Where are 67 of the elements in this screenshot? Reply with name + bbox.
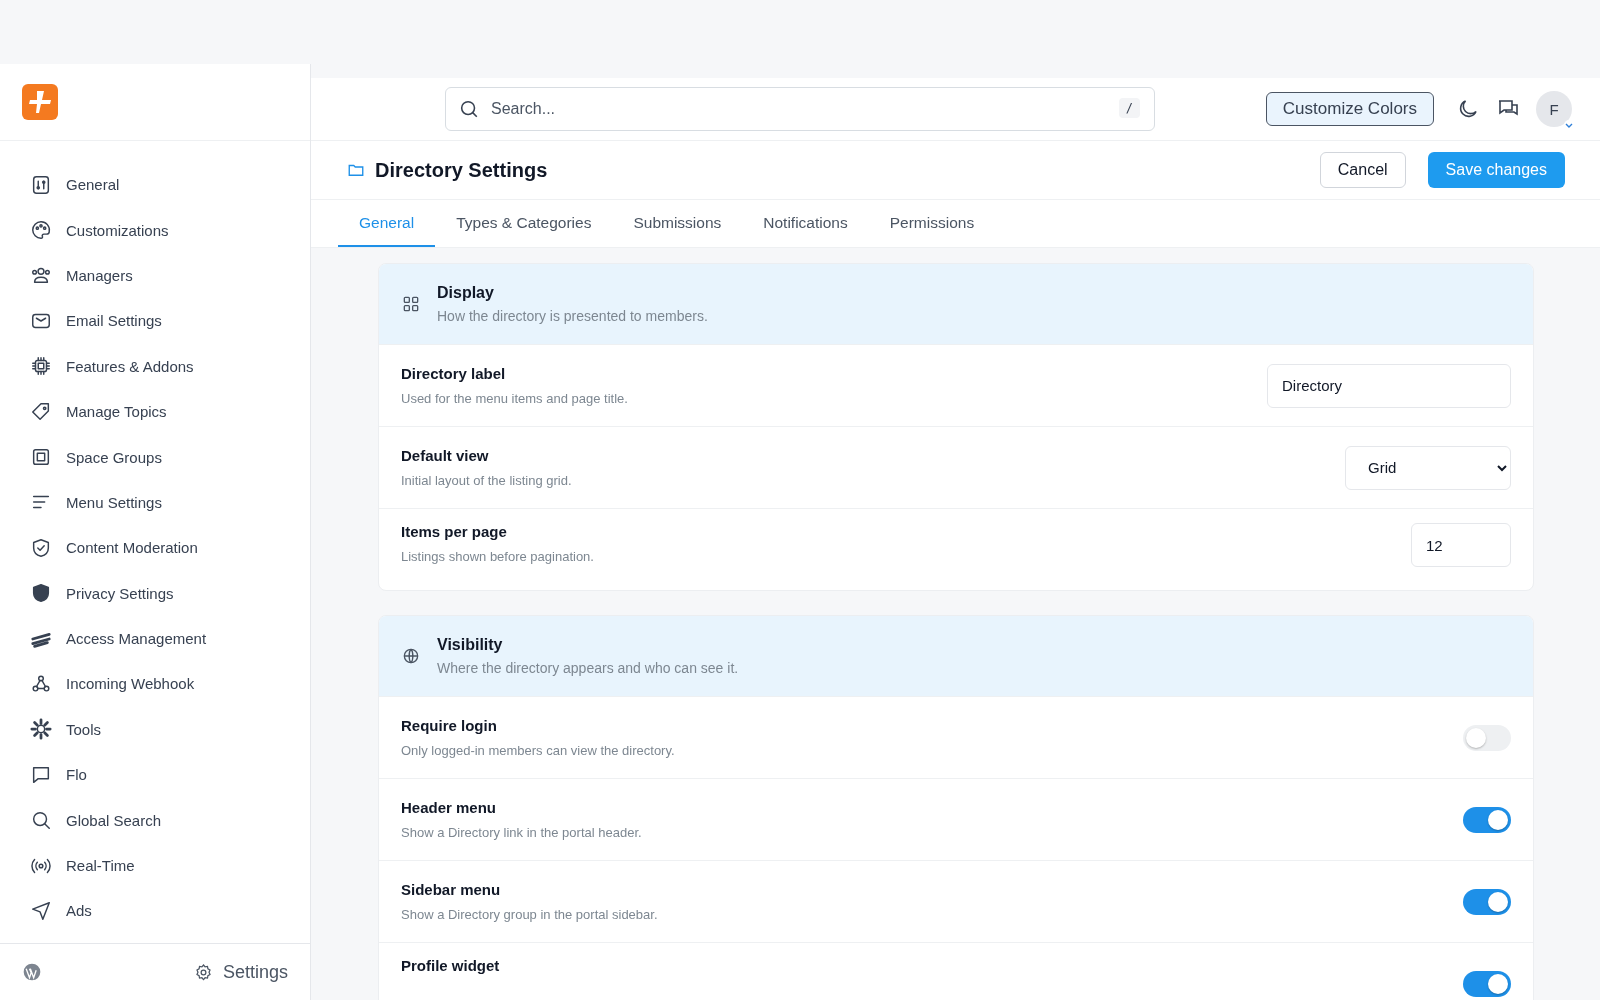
sidebar-item[interactable]: Customizations (28, 207, 294, 253)
sidebar-item[interactable]: Flo (28, 752, 294, 798)
setting-description: Initial layout of the listing grid. (401, 473, 573, 488)
menu-item-icon (30, 400, 52, 423)
sidebar-item[interactable]: Tools (28, 706, 294, 753)
setting-label: Items per page (401, 523, 508, 540)
menu-item-icon (30, 809, 52, 832)
section-title: Visibility (437, 636, 504, 654)
text-input[interactable]: Directory (1267, 363, 1511, 408)
tab[interactable]: Types & Categories (435, 200, 613, 247)
shortcut-key: / (1118, 98, 1140, 118)
cancel-button[interactable]: Cancel (1319, 152, 1406, 188)
tab[interactable]: Permissions (868, 200, 996, 247)
setting-description: Used for the menu items and page title. (401, 391, 629, 406)
setting-label: Directory label (401, 365, 507, 382)
menu-item-icon (30, 355, 52, 378)
menu-item-icon (30, 173, 52, 196)
setting-label: Profile widget (401, 957, 501, 974)
toggle-switch[interactable] (1463, 888, 1511, 915)
gear-icon[interactable] (193, 962, 213, 982)
logo-icon (22, 84, 58, 120)
tab[interactable]: Submissions (612, 200, 743, 247)
search-icon (458, 98, 480, 120)
number-input[interactable]: 12 (1411, 523, 1511, 567)
setting-label: Header menu (401, 799, 498, 816)
user-avatar[interactable]: F (1536, 91, 1572, 127)
setting-description: Only logged-in members can view the directory. (401, 743, 676, 758)
menu-item-icon (30, 899, 52, 922)
section-description: Where the directory appears and who can see it. (437, 660, 739, 676)
setting-label: Sidebar menu (401, 881, 502, 898)
customize-colors-button[interactable]: Customize Colors (1265, 92, 1434, 126)
setting-label: Require login (401, 717, 498, 734)
sidebar-item[interactable]: Menu Settings (28, 479, 294, 526)
grid-icon (401, 294, 421, 314)
setting-description: Show a Directory link in the portal header. (401, 825, 643, 840)
sidebar-item[interactable]: Managers (28, 252, 294, 299)
menu-item-icon (30, 536, 52, 559)
view-select[interactable]: Grid (1345, 445, 1511, 490)
sidebar-item[interactable]: Features & Addons (28, 343, 294, 389)
menu-item-icon (30, 718, 52, 741)
tab[interactable]: Notifications (742, 200, 869, 247)
menu-item-icon (30, 673, 52, 695)
sidebar-item[interactable]: Global Search (28, 797, 294, 843)
menu-item-icon (30, 582, 52, 605)
sidebar-item[interactable]: Email Settings (28, 298, 294, 344)
sidebar-item[interactable]: Ads (28, 888, 294, 934)
wordpress-icon[interactable] (22, 962, 42, 982)
sidebar-item[interactable]: Incoming Webhook (28, 661, 294, 707)
sidebar-item[interactable]: Space Groups (28, 434, 294, 480)
toggle-switch[interactable] (1463, 806, 1511, 833)
setting-label: Default view (401, 447, 490, 464)
sidebar-item[interactable]: General (28, 162, 294, 208)
setting-description: Listings shown before pagination. (401, 549, 595, 564)
sidebar-item[interactable]: Manage Topics (28, 388, 294, 435)
section-title: Display (437, 284, 495, 302)
globe-icon (401, 646, 421, 666)
sidebar-item[interactable]: Access Management (28, 615, 294, 662)
sidebar-item[interactable]: Privacy Settings (28, 570, 294, 616)
setting-description: Show a Directory group in the portal sidebar. (401, 907, 659, 922)
sidebar-item[interactable]: Content Moderation (28, 525, 294, 571)
menu-item-icon (30, 219, 52, 242)
toggle-switch[interactable] (1463, 724, 1511, 751)
page-title: Directory Settings (375, 158, 548, 182)
toggle-switch[interactable] (1463, 971, 1511, 997)
section-description: How the directory is presented to members. (437, 308, 708, 324)
settings-link[interactable]: Settings (193, 961, 288, 983)
sidebar-item[interactable]: Real-Time (28, 842, 294, 889)
